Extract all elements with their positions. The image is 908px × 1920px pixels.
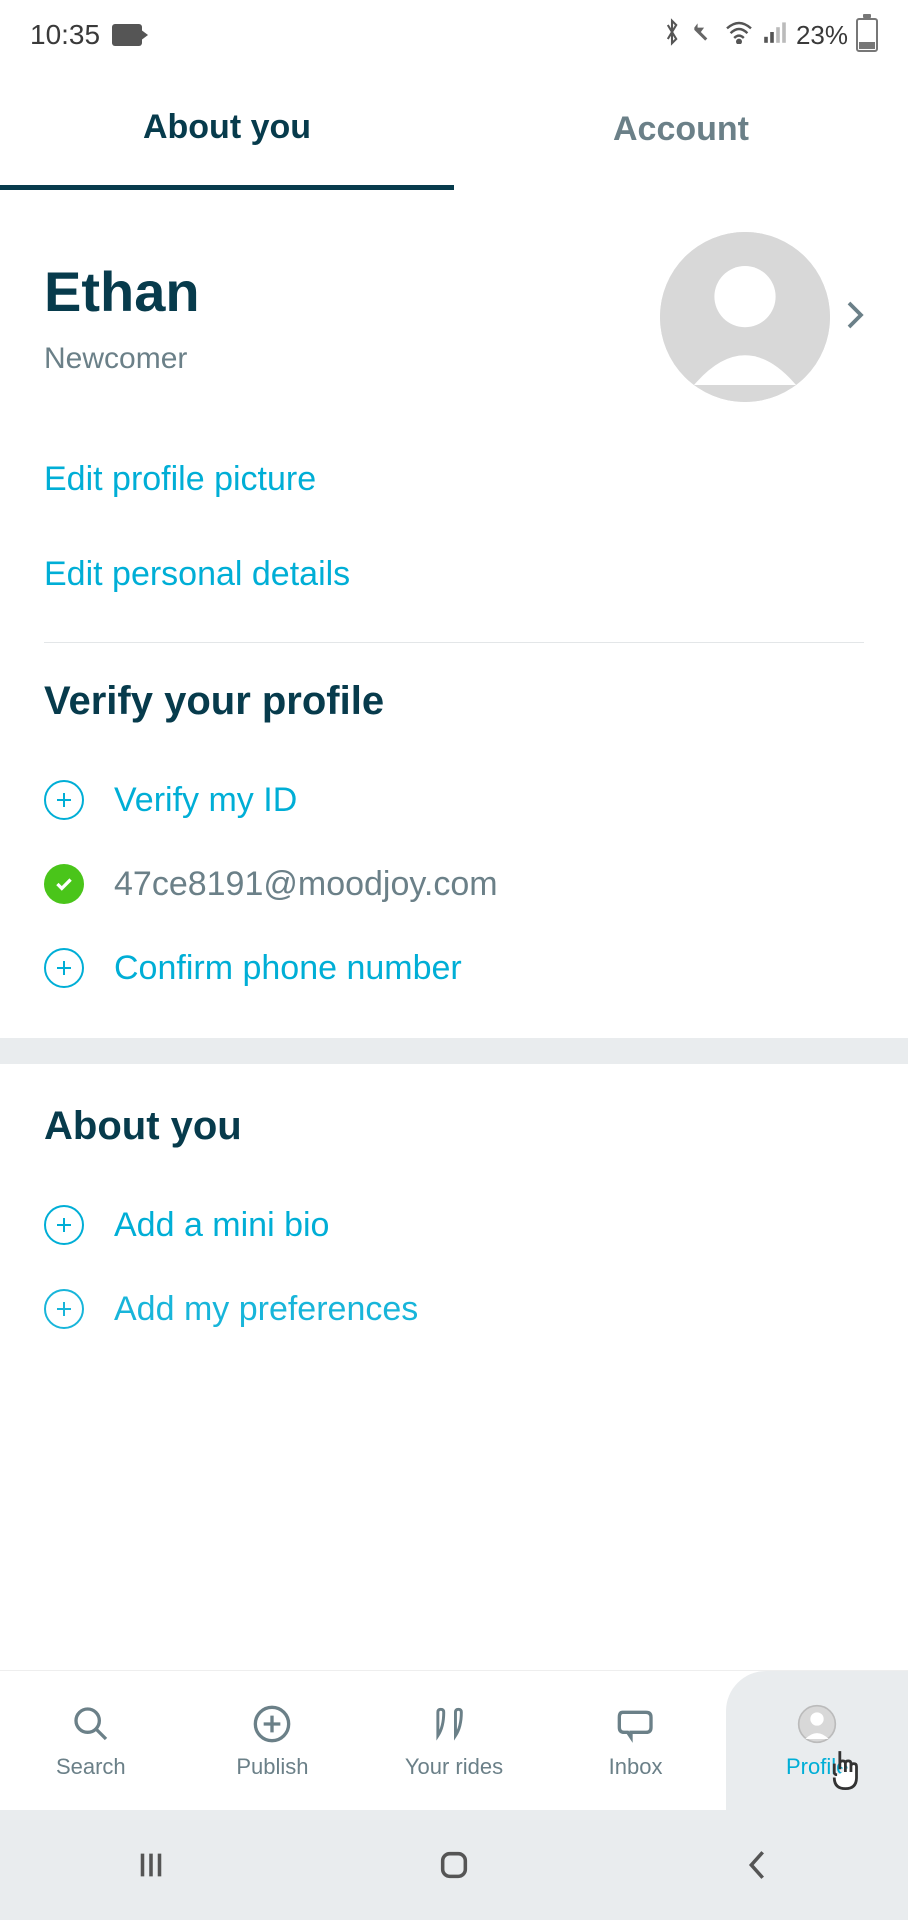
nav-inbox-label: Inbox: [609, 1754, 663, 1780]
sys-home-button[interactable]: [424, 1845, 484, 1885]
tab-account[interactable]: Account: [454, 70, 908, 190]
plus-circle-icon: [44, 948, 84, 988]
battery-pct: 23%: [796, 20, 848, 51]
plus-circle-icon: [44, 780, 84, 820]
rides-icon: [432, 1702, 476, 1746]
nav-search[interactable]: Search: [0, 1671, 182, 1810]
profile-role: Newcomer: [44, 342, 660, 376]
nav-inbox[interactable]: Inbox: [545, 1671, 727, 1810]
bottom-nav: Search Publish Your rides Inbox Profile: [0, 1670, 908, 1810]
wifi-icon: [724, 20, 754, 51]
avatar: [660, 232, 830, 402]
verified-email-row: 47ce8191@moodjoy.com: [44, 842, 864, 926]
top-tabs: About you Account: [0, 70, 908, 190]
camera-icon: [112, 24, 142, 46]
check-circle-icon: [44, 864, 84, 904]
verified-email-label: 47ce8191@moodjoy.com: [114, 865, 498, 904]
profile-icon: [795, 1702, 839, 1746]
vibrate-icon: [690, 19, 716, 52]
add-preferences-row[interactable]: Add my preferences: [44, 1267, 864, 1351]
about-you-section-title: About you: [44, 1104, 864, 1149]
nav-your-rides[interactable]: Your rides: [363, 1671, 545, 1810]
nav-publish[interactable]: Publish: [182, 1671, 364, 1810]
profile-header[interactable]: Ethan Newcomer: [44, 190, 864, 432]
sys-back-button[interactable]: [727, 1845, 787, 1885]
divider: [44, 642, 864, 643]
verify-id-label: Verify my ID: [114, 781, 297, 820]
nav-profile-label: Profile: [786, 1754, 848, 1780]
nav-profile[interactable]: Profile: [726, 1671, 908, 1810]
plus-circle-icon: [250, 1702, 294, 1746]
nav-search-label: Search: [56, 1754, 126, 1780]
chat-icon: [614, 1702, 658, 1746]
verify-section-title: Verify your profile: [44, 679, 864, 724]
search-icon: [69, 1702, 113, 1746]
nav-rides-label: Your rides: [405, 1754, 503, 1780]
verify-id-row[interactable]: Verify my ID: [44, 758, 864, 842]
confirm-phone-row[interactable]: Confirm phone number: [44, 926, 864, 1010]
system-nav: [0, 1810, 908, 1920]
add-mini-bio-row[interactable]: Add a mini bio: [44, 1183, 864, 1267]
bluetooth-icon: [662, 18, 682, 53]
plus-circle-icon: [44, 1205, 84, 1245]
confirm-phone-label: Confirm phone number: [114, 949, 462, 988]
status-bar: 10:35 23%: [0, 0, 908, 70]
signal-icon: [762, 20, 788, 51]
chevron-right-icon: [846, 300, 864, 335]
sys-recents-button[interactable]: [121, 1845, 181, 1885]
nav-publish-label: Publish: [236, 1754, 308, 1780]
tab-about-you[interactable]: About you: [0, 70, 454, 190]
add-preferences-label: Add my preferences: [114, 1290, 418, 1329]
status-time: 10:35: [30, 19, 100, 51]
plus-circle-icon: [44, 1289, 84, 1329]
section-gap: [0, 1038, 908, 1064]
profile-name: Ethan: [44, 259, 660, 324]
edit-personal-details-link[interactable]: Edit personal details: [44, 527, 864, 622]
edit-profile-picture-link[interactable]: Edit profile picture: [44, 432, 864, 527]
battery-icon: [856, 18, 878, 52]
add-mini-bio-label: Add a mini bio: [114, 1206, 329, 1245]
